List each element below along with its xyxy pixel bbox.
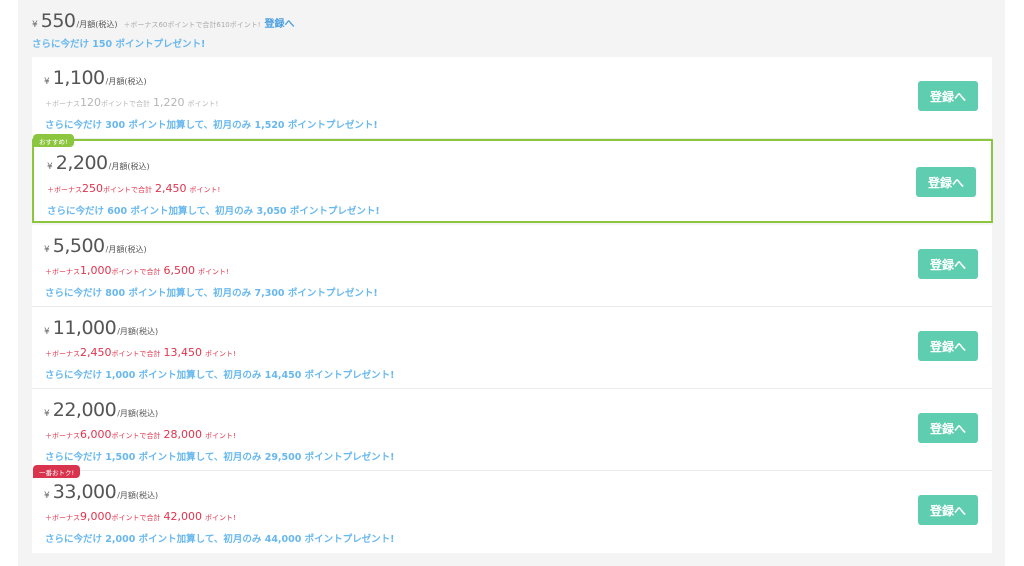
- register-button[interactable]: 登録へ: [918, 249, 978, 279]
- register-button[interactable]: 登録へ: [916, 167, 976, 197]
- plan-price: 5,500: [52, 235, 105, 257]
- plan-price: 1,100: [52, 67, 105, 89]
- price-unit: /月額(税込): [108, 162, 150, 171]
- price-unit: /月額(税込): [117, 409, 159, 418]
- best-value-badge: 一番おトク!: [33, 465, 81, 478]
- plan-bonus-text: ＋ボーナス 6,000 ポイントで合計 28,000 ポイント!: [45, 428, 236, 441]
- plan-price: 11,000: [52, 317, 117, 339]
- plan-bonus-text: ＋ボーナス 120 ポイントで合計 1,220 ポイント!: [45, 96, 219, 109]
- yen-symbol: ¥: [44, 409, 50, 419]
- register-link[interactable]: 登録へ: [265, 15, 295, 30]
- plan-price-row: ¥ 22,000 /月額(税込): [44, 399, 158, 421]
- plan-bonus-text: ＋ボーナス 1,000 ポイントで合計 6,500 ポイント!: [45, 264, 229, 277]
- plan-bonus-text: ＋ボーナス60ポイントで合計610ポイント!: [123, 21, 261, 29]
- yen-symbol: ¥: [44, 245, 50, 255]
- plan-extra-text: さらに今だけ 300 ポイント加算して、初月のみ 1,520 ポイントプレゼント…: [45, 120, 378, 131]
- price-unit: /月額(税込): [76, 20, 118, 29]
- plan-price: 550: [40, 10, 76, 32]
- plan-price: 2,200: [55, 152, 108, 174]
- register-button[interactable]: 登録へ: [918, 81, 978, 111]
- plan-price: 33,000: [52, 481, 117, 503]
- plan-card-1100: ¥ 1,100 /月額(税込) ＋ボーナス 120 ポイントで合計 1,220 ポイント…: [32, 57, 992, 139]
- plan-extra-text: さらに今だけ 150 ポイントプレゼント!: [32, 39, 206, 50]
- plan-extra-text: さらに今だけ 1,500 ポイント加算して、初月のみ 29,500 ポイントプレ…: [45, 452, 395, 463]
- register-button[interactable]: 登録へ: [918, 495, 978, 525]
- plan-extra-text: さらに今だけ 1,000 ポイント加算して、初月のみ 14,450 ポイントプレ…: [45, 370, 395, 381]
- register-button[interactable]: 登録へ: [918, 413, 978, 443]
- plan-price-row: ¥ 5,500 /月額(税込): [44, 235, 147, 257]
- price-unit: /月額(税込): [117, 327, 159, 336]
- plan-card-22000: ¥ 22,000 /月額(税込) ＋ボーナス 6,000 ポイントで合計 28,000…: [32, 389, 992, 471]
- plan-550-price-row: ¥ 550 /月額(税込) ＋ボーナス60ポイントで合計610ポイント! 登録へ: [32, 10, 295, 32]
- plan-card-2200: ¥ 2,200 /月額(税込) ＋ボーナス 250 ポイントで合計 2,450 ポイント…: [32, 139, 993, 223]
- yen-symbol: ¥: [44, 327, 50, 337]
- plan-bonus-text: ＋ボーナス 2,450 ポイントで合計 13,450 ポイント!: [45, 346, 236, 359]
- plan-bonus-text: ＋ボーナス 250 ポイントで合計 2,450 ポイント!: [47, 182, 221, 195]
- plan-extra-text: さらに今だけ 2,000 ポイント加算して、初月のみ 44,000 ポイントプレ…: [45, 534, 395, 545]
- plan-extra-text: さらに今だけ 800 ポイント加算して、初月のみ 7,300 ポイントプレゼント…: [45, 288, 378, 299]
- price-unit: /月額(税込): [105, 245, 147, 254]
- plan-extra-text: さらに今だけ 600 ポイント加算して、初月のみ 3,050 ポイントプレゼント…: [47, 206, 380, 217]
- plan-price-row: ¥ 2,200 /月額(税込): [47, 152, 150, 174]
- plan-card-11000: ¥ 11,000 /月額(税込) ＋ボーナス 2,450 ポイントで合計 13,450…: [32, 307, 992, 389]
- price-unit: /月額(税込): [117, 491, 159, 500]
- plan-card-33000: ¥ 33,000 /月額(税込) ＋ボーナス 9,000 ポイントで合計 42,000…: [32, 471, 992, 553]
- yen-symbol: ¥: [44, 491, 50, 501]
- price-unit: /月額(税込): [105, 77, 147, 86]
- yen-symbol: ¥: [44, 77, 50, 87]
- plan-price: 22,000: [52, 399, 117, 421]
- register-button[interactable]: 登録へ: [918, 331, 978, 361]
- plan-price-row: ¥ 11,000 /月額(税込): [44, 317, 158, 339]
- yen-symbol: ¥: [32, 20, 38, 30]
- plan-bonus-text: ＋ボーナス 9,000 ポイントで合計 42,000 ポイント!: [45, 510, 236, 523]
- plan-card-5500: ¥ 5,500 /月額(税込) ＋ボーナス 1,000 ポイントで合計 6,500 ポイ…: [32, 225, 992, 307]
- recommended-badge: おすすめ!: [33, 134, 74, 147]
- plan-price-row: ¥ 33,000 /月額(税込): [44, 481, 158, 503]
- plan-price-row: ¥ 1,100 /月額(税込): [44, 67, 147, 89]
- yen-symbol: ¥: [47, 162, 53, 172]
